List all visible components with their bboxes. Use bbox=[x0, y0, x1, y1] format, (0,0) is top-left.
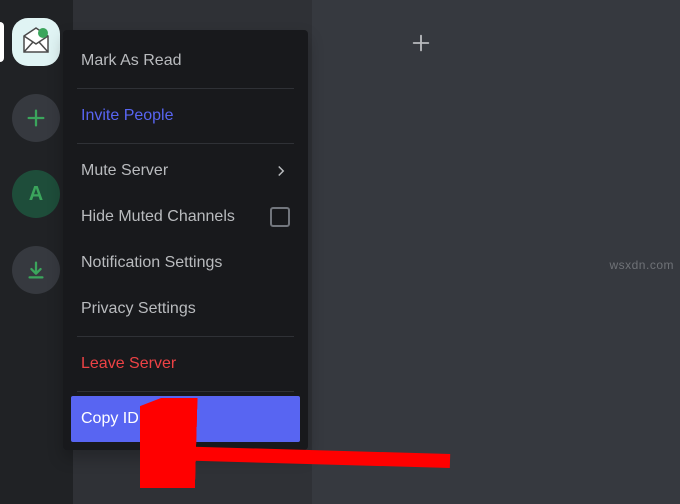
envelope-icon bbox=[18, 24, 54, 60]
chevron-right-icon bbox=[272, 162, 290, 180]
checkbox-icon bbox=[270, 207, 290, 227]
server-icon-download[interactable] bbox=[12, 246, 60, 294]
menu-item-label: Hide Muted Channels bbox=[81, 208, 235, 226]
create-channel-icon[interactable] bbox=[410, 32, 432, 54]
menu-item-label: Copy ID bbox=[81, 410, 139, 428]
menu-separator bbox=[77, 88, 294, 89]
menu-item-label: Mute Server bbox=[81, 162, 168, 180]
menu-separator bbox=[77, 391, 294, 392]
server-list: A bbox=[0, 0, 72, 504]
server-context-menu: Mark As Read Invite People Mute Server H… bbox=[63, 30, 308, 450]
menu-separator bbox=[77, 143, 294, 144]
menu-item-label: Mark As Read bbox=[81, 52, 181, 70]
menu-mute-server[interactable]: Mute Server bbox=[71, 148, 300, 194]
plus-icon bbox=[25, 107, 47, 129]
menu-hide-muted-channels[interactable]: Hide Muted Channels bbox=[71, 194, 300, 240]
download-icon bbox=[25, 259, 47, 281]
menu-notification-settings[interactable]: Notification Settings bbox=[71, 240, 300, 286]
server-icon-add[interactable] bbox=[12, 94, 60, 142]
main-chat-area bbox=[312, 0, 680, 504]
menu-item-label: Notification Settings bbox=[81, 254, 222, 272]
menu-separator bbox=[77, 336, 294, 337]
menu-mark-as-read[interactable]: Mark As Read bbox=[71, 38, 300, 84]
menu-item-label: Leave Server bbox=[81, 355, 176, 373]
menu-privacy-settings[interactable]: Privacy Settings bbox=[71, 286, 300, 332]
menu-item-label: Privacy Settings bbox=[81, 300, 196, 318]
menu-invite-people[interactable]: Invite People bbox=[71, 93, 300, 139]
menu-copy-id[interactable]: Copy ID bbox=[71, 396, 300, 442]
server-icon-2[interactable]: A bbox=[12, 170, 60, 218]
server-icon-active[interactable] bbox=[12, 18, 60, 66]
menu-leave-server[interactable]: Leave Server bbox=[71, 341, 300, 387]
menu-item-label: Invite People bbox=[81, 107, 174, 125]
watermark: wsxdn.com bbox=[609, 258, 674, 272]
